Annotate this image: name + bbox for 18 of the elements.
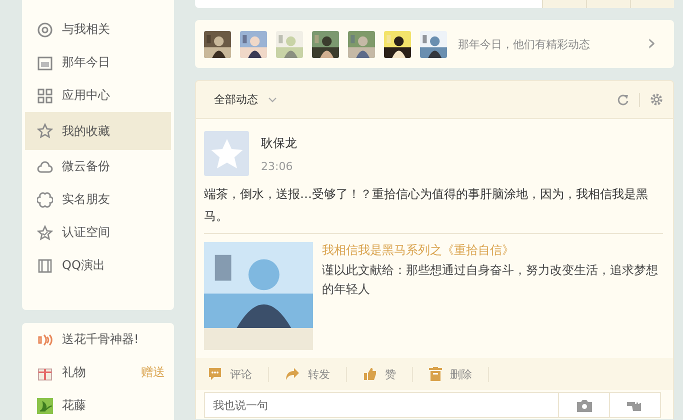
sidebar-item[interactable]: QQ演出 [25,249,171,282]
sidebar-item[interactable]: 实名朋友 [25,183,171,216]
sidebar-item[interactable]: 认证空间 [25,216,171,249]
author-name[interactable]: 耿保龙 [261,135,297,152]
post-time: 23:06 [261,160,294,173]
promo-item[interactable]: 花藤 [25,389,171,420]
sidebar-item[interactable]: 我的收藏 [25,112,171,150]
comment-field[interactable]: 我也说一句 [204,392,559,418]
promo-item[interactable]: 送花千骨神器! [25,323,171,356]
sidebar-item[interactable]: 微云备份 [25,150,171,183]
sidebar-item[interactable]: 与我相关 [25,13,171,46]
promo-item[interactable]: 礼物 赠送 [25,356,171,389]
filter-dropdown[interactable]: 全部动态 [214,92,277,107]
post-text: 端茶，倒水，送报…受够了！？重拾信心为值得的事肝脑涂地，因为，我相信我是黑马。 [204,183,663,234]
article-summary: 谨以此文献给：那些想通过自身奋斗，努力改变生活，追求梦想的年轻人 [322,262,659,298]
memories-text: 那年今日，他们有精彩动态 [458,36,590,52]
sidebar-item[interactable]: 那年今日 [25,46,171,79]
sidebar-item[interactable]: 应用中心 [25,79,171,112]
